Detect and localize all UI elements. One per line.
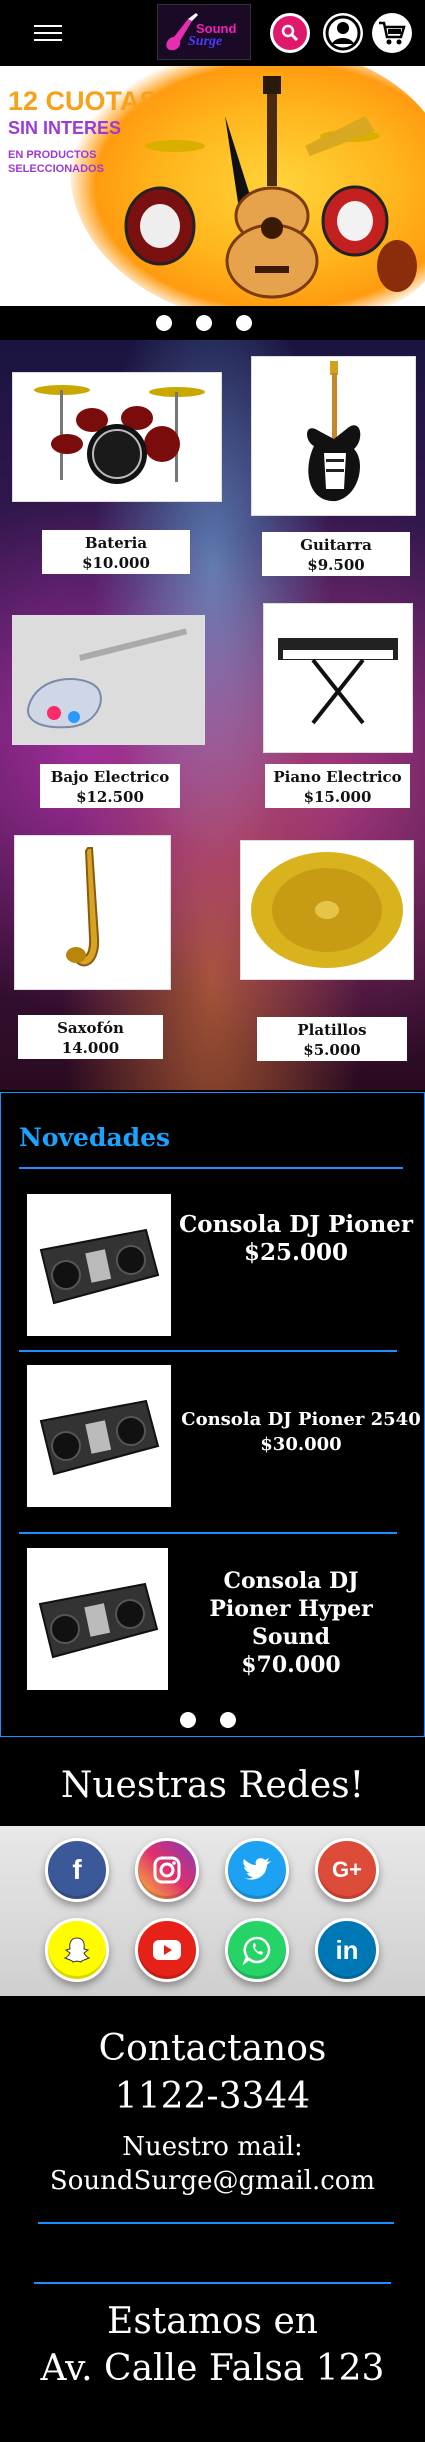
- product-name: Bateria: [84, 534, 148, 552]
- divider: [19, 1167, 403, 1169]
- dj-console-image: [39, 1399, 160, 1476]
- instruments-illustration: [124, 76, 417, 299]
- product-card-bajo-electrico[interactable]: Bajo Electrico $12.500: [40, 764, 180, 808]
- youtube-play-glyph: [153, 1940, 181, 1960]
- novedad-card-1[interactable]: Consola DJ Pioner $25.000: [171, 1211, 421, 1267]
- electric-guitar-image: [306, 361, 360, 502]
- novedad-image-1[interactable]: [27, 1194, 171, 1336]
- twitter-bird-glyph: [243, 1858, 271, 1880]
- product-image-bajo-electrico[interactable]: [12, 615, 205, 745]
- product-card-piano-electrico[interactable]: Piano Electrico $15.000: [265, 764, 410, 808]
- product-name: Piano Electrico: [273, 768, 402, 786]
- novedad-card-2[interactable]: Consola DJ Pioner 2540 $30.000: [177, 1407, 425, 1457]
- carousel-dots: [156, 315, 252, 331]
- instagram-icon[interactable]: [135, 1838, 199, 1902]
- youtube-icon[interactable]: [135, 1918, 199, 1982]
- drums-image: [34, 385, 205, 484]
- cymbal-image: [251, 851, 403, 968]
- user-icon: [325, 15, 361, 51]
- whatsapp-glyph: [242, 1936, 271, 1965]
- search-icon: [281, 24, 299, 42]
- divider: [34, 2282, 391, 2284]
- novedad-name: Consola DJ Pioner: [179, 1211, 413, 1238]
- product-card-saxofon[interactable]: Saxofón 14.000: [18, 1015, 163, 1059]
- dj-console-image: [39, 1228, 160, 1305]
- snapchat-ghost-glyph: [63, 1937, 91, 1963]
- logo[interactable]: Sound Surge: [157, 4, 251, 60]
- linkedin-icon[interactable]: in: [315, 1918, 379, 1982]
- cart-button[interactable]: [372, 13, 412, 53]
- product-image-piano-electrico[interactable]: [263, 603, 413, 753]
- contact-mail[interactable]: SoundSurge@gmail.com: [0, 2166, 425, 2196]
- product-price: $9.500: [307, 556, 365, 574]
- promo-banner[interactable]: 12 CUOTAS SIN INTERES EN PRODUCTOS SELEC…: [0, 66, 425, 306]
- products-section: Bateria $10.000 Guitarra $9.500 Bajo Ele…: [0, 340, 425, 1090]
- product-price: $12.500: [76, 788, 144, 806]
- product-card-platillos[interactable]: Platillos $5.000: [257, 1017, 407, 1061]
- divider: [38, 2222, 394, 2224]
- carousel-dot-1[interactable]: [156, 315, 172, 331]
- novedad-image-2[interactable]: [27, 1365, 171, 1507]
- social-links: f G+ in: [0, 1826, 425, 1996]
- product-price: $15.000: [303, 788, 372, 806]
- carousel-dot-1[interactable]: [180, 1712, 196, 1728]
- saxophone-image: [65, 846, 99, 966]
- novedad-price: $25.000: [243, 1239, 349, 1266]
- product-card-guitarra[interactable]: Guitarra $9.500: [262, 532, 410, 576]
- product-price: $5.000: [303, 1041, 361, 1059]
- carousel-dot-3[interactable]: [236, 315, 252, 331]
- hamburger-icon[interactable]: [34, 20, 62, 44]
- novedades-carousel-dots: [180, 1712, 236, 1728]
- divider: [19, 1350, 397, 1352]
- search-button[interactable]: [270, 13, 310, 53]
- dj-console-image: [38, 1582, 158, 1659]
- divider: [19, 1532, 397, 1534]
- google-plus-icon[interactable]: G+: [315, 1838, 379, 1902]
- twitter-icon[interactable]: [225, 1838, 289, 1902]
- carousel-dot-2[interactable]: [196, 315, 212, 331]
- snapchat-icon[interactable]: [45, 1918, 109, 1982]
- cart-icon: [379, 21, 406, 45]
- product-price: $10.000: [82, 554, 150, 572]
- product-image-guitarra[interactable]: [251, 356, 416, 516]
- whatsapp-icon[interactable]: [225, 1918, 289, 1982]
- user-button[interactable]: [323, 13, 363, 53]
- product-name: Guitarra: [300, 536, 372, 554]
- keyboard-image: [278, 638, 398, 725]
- product-image-bateria[interactable]: [12, 372, 222, 502]
- contact-title: Contactanos: [98, 2028, 327, 2069]
- instagram-glyph: [153, 1856, 181, 1884]
- product-card-bateria[interactable]: Bateria $10.000: [42, 530, 190, 574]
- location-address: Av. Calle Falsa 123: [40, 2348, 385, 2389]
- product-name: Saxofón: [57, 1019, 124, 1037]
- product-name: Bajo Electrico: [50, 768, 170, 786]
- facebook-icon[interactable]: f: [45, 1838, 109, 1902]
- novedad-card-3[interactable]: Consola DJ Pioner Hyper Sound $70.000: [181, 1567, 401, 1679]
- banner-carousel-bar: [0, 306, 425, 340]
- novedad-price: $70.000: [241, 1652, 341, 1678]
- contact-phone[interactable]: 1122-3344: [0, 2076, 425, 2117]
- novedad-name: Consola DJ Pioner Hyper Sound: [209, 1568, 373, 1650]
- header: Sound Surge: [0, 0, 425, 66]
- contact-section: Contactanos 1122-3344 Nuestro mail: Soun…: [0, 1996, 425, 2442]
- location-title: Estamos en: [107, 2301, 318, 2342]
- novedad-image-3[interactable]: [27, 1548, 168, 1690]
- product-name: Platillos: [297, 1021, 367, 1039]
- novedad-price: $30.000: [260, 1434, 342, 1455]
- product-image-saxofon[interactable]: [14, 835, 171, 990]
- novedad-name: Consola DJ Pioner 2540: [181, 1409, 421, 1430]
- carousel-dot-2[interactable]: [220, 1712, 236, 1728]
- bass-guitar-image: [26, 628, 187, 729]
- product-image-platillos[interactable]: [240, 840, 414, 980]
- redes-title: Nuestras Redes!: [60, 1765, 365, 1806]
- novedades-section: Novedades Consola DJ Pioner $25.000 Cons…: [0, 1092, 425, 1737]
- product-price: 14.000: [61, 1039, 120, 1057]
- logo-text-surge: Surge: [188, 34, 223, 49]
- contact-mail-label: Nuestro mail:: [122, 2132, 303, 2162]
- novedades-title: Novedades: [19, 1123, 171, 1152]
